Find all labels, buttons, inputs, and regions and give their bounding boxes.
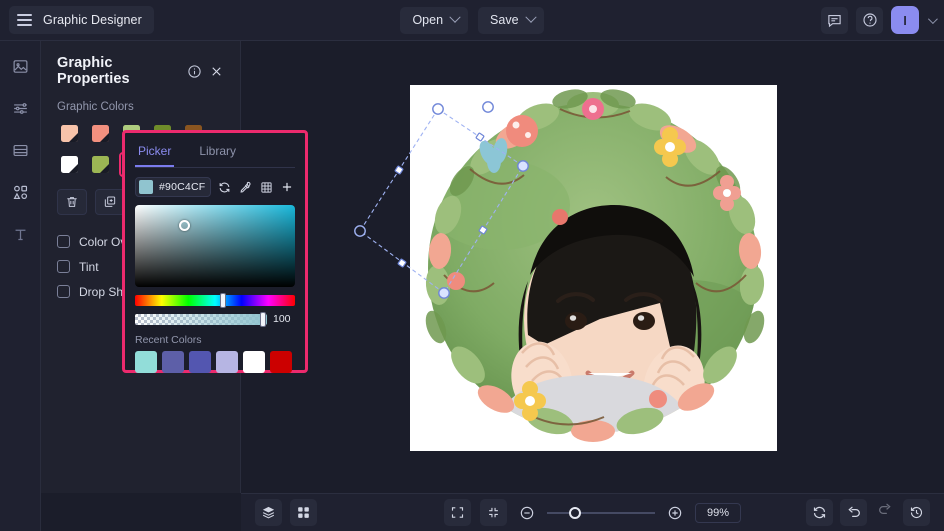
color-swatch[interactable]	[57, 121, 82, 146]
grid-view-icon[interactable]	[290, 499, 317, 526]
avatar[interactable]: I	[891, 6, 919, 34]
graphic-colors-label: Graphic Colors	[57, 101, 134, 113]
checkbox[interactable]	[57, 260, 70, 273]
tab-picker[interactable]: Picker	[135, 140, 175, 167]
bottom-right-tools	[806, 499, 930, 526]
open-button-label: Open	[412, 13, 444, 27]
hue-handle[interactable]	[220, 293, 226, 308]
delete-icon[interactable]	[57, 189, 87, 215]
zoom-level-value[interactable]: 99%	[695, 502, 741, 523]
checkbox-label: Tint	[79, 259, 99, 274]
app-menu-button[interactable]: Graphic Designer	[9, 6, 154, 34]
artboard[interactable]	[410, 85, 777, 451]
color-swatch[interactable]	[57, 152, 82, 177]
sidebar-item-adjustments[interactable]	[5, 93, 35, 123]
duplicate-icon[interactable]	[95, 189, 125, 215]
zoom-in-icon[interactable]	[664, 502, 686, 524]
saturation-value-area[interactable]	[135, 205, 295, 287]
bottom-left-tools	[255, 499, 317, 526]
refresh-icon[interactable]	[216, 179, 232, 196]
recent-color-swatch[interactable]	[135, 351, 157, 373]
picker-tabs: Picker Library	[135, 140, 295, 168]
chevron-down-icon[interactable]	[927, 13, 938, 24]
color-swatch[interactable]	[88, 121, 113, 146]
page-title: Graphic Properties	[57, 55, 130, 87]
undo-icon[interactable]	[840, 499, 867, 526]
alpha-handle[interactable]	[260, 311, 266, 327]
tab-library[interactable]: Library	[196, 140, 239, 167]
zoom-out-icon[interactable]	[516, 502, 538, 524]
checkbox[interactable]	[57, 235, 70, 248]
top-bar-right: I	[821, 6, 938, 34]
open-button[interactable]: Open	[400, 6, 469, 34]
sidebar-item-image[interactable]	[5, 51, 35, 81]
history-icon[interactable]	[903, 499, 930, 526]
canvas-area[interactable]	[241, 41, 944, 493]
top-bar: Graphic Designer Open Save I	[0, 0, 944, 41]
eyedropper-icon[interactable]	[237, 179, 253, 196]
hex-field[interactable]: #90C4CF	[135, 177, 212, 197]
recent-color-swatch[interactable]	[162, 351, 184, 373]
hue-slider[interactable]	[135, 293, 295, 308]
refresh-icon[interactable]	[806, 499, 833, 526]
fit-screen-icon[interactable]	[444, 499, 471, 526]
help-circle-icon[interactable]	[856, 6, 883, 34]
panel-header: Graphic Properties	[57, 55, 224, 87]
checkbox[interactable]	[57, 285, 70, 298]
grid-icon[interactable]	[258, 179, 274, 196]
recent-color-swatch[interactable]	[189, 351, 211, 373]
recent-color-swatch[interactable]	[243, 351, 265, 373]
plus-icon[interactable]	[279, 179, 295, 196]
hamburger-icon	[17, 14, 32, 26]
info-circle-icon[interactable]	[187, 64, 202, 79]
alpha-row: 100	[135, 311, 295, 327]
collapse-icon[interactable]	[480, 499, 507, 526]
hex-row: #90C4CF	[135, 177, 295, 197]
close-icon[interactable]	[209, 64, 224, 79]
saturation-handle[interactable]	[179, 220, 190, 231]
hex-value: #90C4CF	[159, 181, 206, 193]
redo-icon[interactable]	[874, 499, 896, 521]
sidebar-item-layout[interactable]	[5, 135, 35, 165]
color-swatch[interactable]	[88, 152, 113, 177]
zoom-slider-handle[interactable]	[569, 506, 581, 519]
save-button-label: Save	[490, 13, 519, 27]
chevron-down-icon	[524, 11, 537, 23]
recent-colors-label: Recent Colors	[135, 334, 202, 346]
zoom-slider[interactable]	[547, 506, 655, 519]
graphic-artwork	[410, 85, 777, 451]
alpha-value: 100	[273, 313, 291, 325]
chevron-down-icon	[449, 11, 461, 23]
save-button[interactable]: Save	[478, 6, 544, 34]
app-title: Graphic Designer	[43, 13, 142, 27]
alpha-slider[interactable]	[135, 311, 267, 327]
recent-color-swatch[interactable]	[216, 351, 238, 373]
current-color-chip	[139, 180, 153, 194]
sidebar-item-text[interactable]	[5, 219, 35, 249]
recent-color-swatch[interactable]	[270, 351, 292, 373]
color-picker-popup: Picker Library #90C4CF 100 Recent Colors	[122, 130, 308, 373]
layers-icon[interactable]	[255, 499, 282, 526]
bottom-toolbar: 99%	[241, 493, 944, 531]
left-tool-rail	[0, 41, 41, 531]
comment-icon[interactable]	[821, 6, 848, 34]
recent-colors	[135, 351, 295, 373]
sidebar-item-shapes[interactable]	[5, 177, 35, 207]
